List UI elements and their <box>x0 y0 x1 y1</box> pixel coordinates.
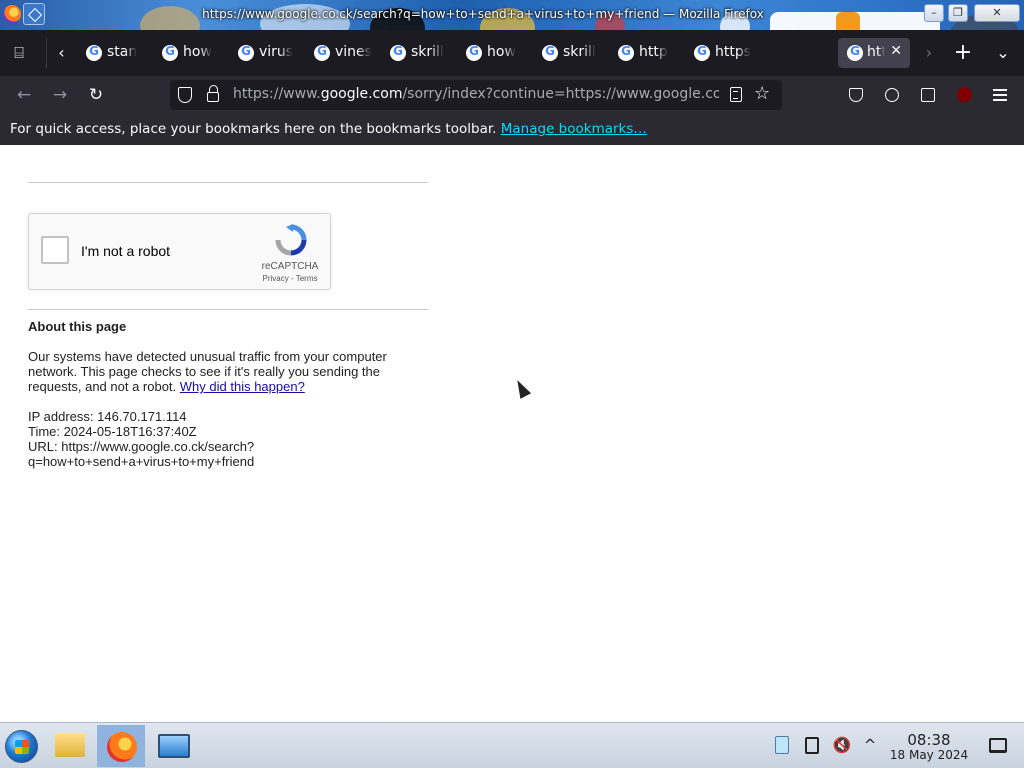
url-bar[interactable]: https://www.google.com/sorry/index?conti… <box>170 80 782 110</box>
minimize-button[interactable]: – <box>924 4 944 22</box>
navigation-toolbar: ← → ↻ https://www.google.com/sorry/index… <box>0 76 1024 114</box>
google-favicon-icon <box>162 44 178 61</box>
bookmark-star-icon[interactable]: ☆ <box>754 83 770 104</box>
bookmarks-toolbar: For quick access, place your bookmarks h… <box>0 114 1024 145</box>
google-favicon-icon <box>466 44 482 61</box>
url-prefix: https://www. <box>233 86 321 102</box>
firefox-task-icon[interactable] <box>97 725 145 767</box>
forward-button[interactable]: → <box>46 81 74 109</box>
tab-scroll-left-icon[interactable]: ‹ <box>46 38 76 68</box>
tracking-protection-shield-icon[interactable] <box>178 87 192 103</box>
tab-label: stan <box>107 44 138 60</box>
lock-icon[interactable] <box>207 85 219 102</box>
bookmarks-hint-text: For quick access, place your bookmarks h… <box>10 121 497 137</box>
tab[interactable]: skrill <box>542 38 616 68</box>
recaptcha-widget: I'm not a robot reCAPTCHA Privacy - Term… <box>28 213 331 290</box>
tab-label: vines <box>335 44 372 60</box>
google-favicon-icon <box>618 44 634 61</box>
manage-bookmarks-link[interactable]: Manage bookmarks… <box>501 121 647 137</box>
tab-active[interactable]: htt ✕ <box>838 38 910 68</box>
recaptcha-checkbox[interactable] <box>41 236 69 264</box>
url-host: google.com <box>320 86 403 102</box>
new-tab-button[interactable]: + <box>948 38 978 68</box>
tab[interactable]: stan <box>86 38 160 68</box>
recaptcha-label: I'm not a robot <box>81 243 171 259</box>
tab-label: htt <box>867 44 885 60</box>
system-monitor-task-icon[interactable] <box>150 725 198 767</box>
clock-date[interactable]: 18 May 2024 <box>880 748 978 762</box>
about-title: About this page <box>28 319 127 334</box>
tab-label: skrill <box>563 44 596 60</box>
page-content: I'm not a robot reCAPTCHA Privacy - Term… <box>0 145 1024 722</box>
mouse-cursor-icon <box>512 377 532 399</box>
tab-label: https <box>715 44 752 60</box>
volume-muted-icon[interactable]: 🔇 <box>832 735 852 755</box>
google-favicon-icon <box>314 44 330 61</box>
tab[interactable]: skrill <box>390 38 464 68</box>
why-did-this-happen-link[interactable]: Why did this happen? <box>180 379 305 394</box>
tab-label: how <box>487 44 516 60</box>
taskbar: 🔇 ^ 08:38 18 May 2024 <box>0 722 1024 768</box>
maximize-button[interactable]: ❐ <box>948 4 968 22</box>
divider <box>28 309 428 310</box>
reload-button[interactable]: ↻ <box>82 81 110 109</box>
file-manager-task-icon[interactable] <box>46 725 94 767</box>
ip-address-line: IP address: 146.70.171.114 <box>28 409 187 424</box>
close-tab-icon[interactable]: ✕ <box>890 43 902 59</box>
recaptcha-logo-icon <box>275 224 307 256</box>
url-text[interactable]: https://www.google.com/sorry/index?conti… <box>233 86 719 102</box>
start-menu-button[interactable] <box>5 730 38 763</box>
reader-view-icon[interactable] <box>730 87 742 102</box>
clipboard-tray-icon[interactable] <box>802 735 822 755</box>
tab[interactable]: virus <box>238 38 312 68</box>
tab-strip: ⌸ ‹ stan how virus vines skrill how skri… <box>0 30 1024 76</box>
google-favicon-icon <box>86 44 102 61</box>
tray-expand-icon[interactable]: ^ <box>860 735 880 755</box>
show-desktop-icon[interactable] <box>989 738 1007 753</box>
window-title-bar: https://www.google.co.ck/search?q=how+to… <box>0 0 1024 30</box>
url-path: /sorry/index?continue=https://www.google… <box>402 86 719 102</box>
updates-tray-icon[interactable] <box>772 735 792 755</box>
about-body: Our systems have detected unusual traffi… <box>28 349 408 394</box>
tab[interactable]: http <box>618 38 692 68</box>
tab-label: skrill <box>411 44 444 60</box>
recaptcha-brand: reCAPTCHA <box>261 261 319 272</box>
tab[interactable]: https <box>694 38 768 68</box>
account-icon[interactable] <box>878 81 906 109</box>
app-menu-icon[interactable] <box>986 81 1014 109</box>
ublock-origin-icon[interactable] <box>950 81 978 109</box>
google-favicon-icon <box>847 44 863 61</box>
google-favicon-icon <box>694 44 710 61</box>
recaptcha-privacy-terms-links[interactable]: Privacy - Terms <box>253 274 327 283</box>
tab-label: virus <box>259 44 294 60</box>
pocket-icon[interactable] <box>842 81 870 109</box>
tab-label: http <box>639 44 668 60</box>
tab[interactable]: how <box>466 38 540 68</box>
bookmarks-hint: For quick access, place your bookmarks h… <box>10 121 647 137</box>
google-favicon-icon <box>238 44 254 61</box>
divider <box>28 182 428 183</box>
tab-label: how <box>183 44 212 60</box>
request-details: IP address: 146.70.171.114 Time: 2024-05… <box>28 409 428 469</box>
google-favicon-icon <box>542 44 558 61</box>
google-favicon-icon <box>390 44 406 61</box>
window-title: https://www.google.co.ck/search?q=how+to… <box>202 7 764 21</box>
extensions-icon[interactable] <box>914 81 942 109</box>
close-window-button[interactable]: ✕ <box>974 4 1020 22</box>
clock-time[interactable]: 08:38 <box>880 731 978 749</box>
tab-scroll-right-icon[interactable]: › <box>914 38 944 68</box>
tab[interactable]: how <box>162 38 236 68</box>
tab[interactable]: vines <box>314 38 388 68</box>
back-button[interactable]: ← <box>10 81 38 109</box>
time-line: Time: 2024-05-18T16:37:40Z <box>28 424 197 439</box>
url-line-continued: q=how+to+send+a+virus+to+my+friend <box>28 454 255 469</box>
url-line: URL: https://www.google.co.ck/search? <box>28 439 255 454</box>
list-all-tabs-icon[interactable]: ⌸ <box>4 38 34 68</box>
tab-overflow-icon[interactable]: ⌄ <box>988 38 1018 68</box>
